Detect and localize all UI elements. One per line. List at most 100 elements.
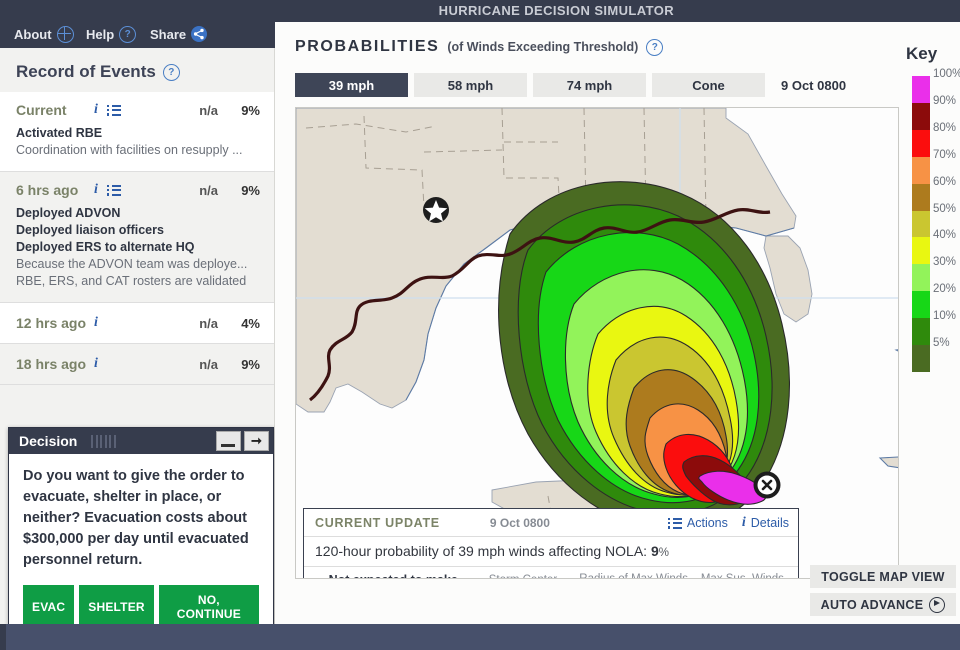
nav-about-label: About — [14, 27, 52, 42]
event-probability: 9% — [241, 102, 260, 118]
auto-advance-button[interactable]: AUTO ADVANCE — [810, 593, 956, 616]
probabilities-subtitle: (of Winds Exceeding Threshold) — [447, 40, 639, 54]
event-body: Deployed ADVON Deployed liaison officers D… — [16, 205, 260, 290]
key-label: 30% — [933, 256, 957, 269]
decision-panel-header[interactable]: Decision ➞ — [9, 428, 273, 454]
event-icons: i — [94, 356, 170, 372]
event-time: 18 hrs ago — [16, 356, 87, 372]
nav-help[interactable]: Help ? — [86, 26, 137, 43]
info-icon[interactable]: i — [94, 102, 98, 118]
event-cost: n/a — [199, 315, 218, 331]
decision-question: Do you want to give the order to evacuat… — [23, 468, 249, 568]
decision-panel-body: Do you want to give the order to evacuat… — [9, 454, 273, 639]
event-line: Deployed ADVON — [16, 206, 121, 220]
summary-suffix: % — [658, 547, 669, 559]
current-update-stats: Not expected to make landfall near NOLA … — [304, 567, 798, 579]
event-item[interactable]: 18 hrs ago i n/a 9% — [0, 344, 274, 385]
stat-label: Radius of Max Winds — [579, 573, 688, 579]
question-circle-icon[interactable]: ? — [646, 38, 664, 56]
nav-about[interactable]: About — [14, 26, 74, 43]
no-continue-button[interactable]: NO, CONTINUE — [158, 585, 259, 629]
key-color-segment — [912, 210, 930, 238]
event-time: Current — [16, 102, 67, 118]
list-icon[interactable] — [106, 184, 121, 196]
evac-button[interactable]: EVAC — [23, 585, 75, 629]
summary-value: 9 — [650, 543, 659, 559]
key-color-segment — [912, 102, 930, 130]
current-update-panel: CURRENT UPDATE 9 Oct 0800 Actions i Deta… — [303, 508, 799, 579]
key-color-bar — [912, 76, 930, 372]
event-item[interactable]: Current i n/a 9% Activated RBE Coordination w… — [0, 92, 274, 172]
event-line: Deployed ERS to alternate HQ — [16, 240, 195, 254]
tab-39-mph[interactable]: 39 mph — [295, 73, 408, 97]
event-line: Coordination with facilities on resupply… — [16, 143, 243, 157]
question-circle-icon[interactable]: ? — [162, 63, 180, 81]
current-update-header: CURRENT UPDATE 9 Oct 0800 Actions i Deta… — [304, 509, 798, 537]
probability-map[interactable]: CURRENT UPDATE 9 Oct 0800 Actions i Deta… — [295, 107, 899, 579]
stat-label: Max Sus. Winds — [700, 573, 784, 579]
key-label: 80% — [933, 121, 957, 134]
info-icon: i — [741, 515, 746, 530]
info-icon[interactable]: i — [94, 356, 98, 372]
key-color-segment — [912, 76, 930, 103]
app-title: HURRICANE DECISION SIMULATOR — [438, 3, 674, 18]
key-label: 40% — [933, 229, 957, 242]
probabilities-title: PROBABILITIES — [295, 38, 440, 55]
stat-radius-max-winds: Radius of Max Winds 29mi — [574, 572, 692, 579]
info-icon[interactable]: i — [94, 182, 98, 198]
star-marker-icon — [423, 197, 449, 223]
details-button[interactable]: i Details — [742, 515, 789, 531]
landfall-line-1: Not expected to make — [315, 572, 471, 578]
probabilities-header: PROBABILITIES (of Winds Exceeding Thresh… — [295, 38, 664, 56]
map-controls: TOGGLE MAP VIEW AUTO ADVANCE — [810, 565, 956, 621]
minimize-icon[interactable] — [216, 431, 241, 451]
info-icon[interactable]: i — [94, 315, 98, 331]
event-time: 6 hrs ago — [16, 182, 79, 198]
summary-prefix: 120-hour probability of 39 mph winds aff… — [315, 543, 651, 559]
toggle-map-view-label: TOGGLE MAP VIEW — [821, 569, 945, 584]
tab-cone[interactable]: Cone — [652, 73, 765, 97]
key-label: 50% — [933, 202, 957, 215]
event-time: 12 hrs ago — [16, 315, 87, 331]
list-icon[interactable] — [106, 104, 121, 116]
shelter-button[interactable]: SHELTER — [79, 585, 154, 629]
nav-share[interactable]: Share — [150, 26, 208, 42]
forecast-date: 9 Oct 0800 — [781, 77, 847, 93]
event-cost: n/a — [199, 102, 218, 118]
event-header-row: Current i n/a 9% — [16, 102, 260, 118]
question-circle-icon: ? — [119, 26, 137, 43]
event-list: Current i n/a 9% Activated RBE Coordination w… — [0, 92, 274, 385]
toggle-map-view-button[interactable]: TOGGLE MAP VIEW — [810, 565, 956, 588]
stat-storm-center: Storm Center 20.2°N x 81.1°W — [471, 573, 574, 578]
event-line: Deployed liaison officers — [16, 223, 164, 237]
event-icons: i — [94, 182, 170, 198]
key-label: 90% — [933, 94, 957, 107]
arrow-right-icon[interactable]: ➞ — [244, 431, 269, 451]
key-color-segment — [912, 156, 930, 184]
key-label: 5% — [933, 337, 950, 350]
decision-panel-title: Decision — [19, 433, 78, 449]
event-item[interactable]: 6 hrs ago i n/a 9% Deployed ADVON Deployed li… — [0, 172, 274, 303]
event-icons: i — [94, 315, 170, 331]
key-color-segment — [912, 318, 930, 346]
actions-button[interactable]: Actions — [667, 516, 728, 530]
actions-label: Actions — [686, 516, 728, 530]
landfall-status: Not expected to make landfall near NOLA — [315, 572, 471, 578]
record-of-events-header: Record of Events ? — [0, 48, 274, 92]
auto-advance-label: AUTO ADVANCE — [820, 597, 924, 612]
tab-58-mph[interactable]: 58 mph — [414, 73, 527, 97]
event-cost: n/a — [199, 182, 218, 198]
key-labels: 100% 90% 80% 70% 60% 50% 40% 30% 20% 10% 5% — [933, 68, 960, 380]
key-color-segment — [912, 183, 930, 211]
share-nodes-icon — [191, 26, 208, 42]
details-label: Details — [750, 516, 789, 530]
globe-icon — [56, 26, 74, 43]
event-probability: 4% — [241, 315, 260, 331]
footer-nib — [0, 624, 6, 650]
tab-74-mph[interactable]: 74 mph — [533, 73, 646, 97]
drag-grip-icon[interactable] — [91, 434, 116, 448]
key-color-segment — [912, 129, 930, 157]
current-update-summary: 120-hour probability of 39 mph winds aff… — [304, 537, 798, 567]
event-item[interactable]: 12 hrs ago i n/a 4% — [0, 303, 274, 344]
storm-x-marker-icon — [753, 471, 781, 499]
